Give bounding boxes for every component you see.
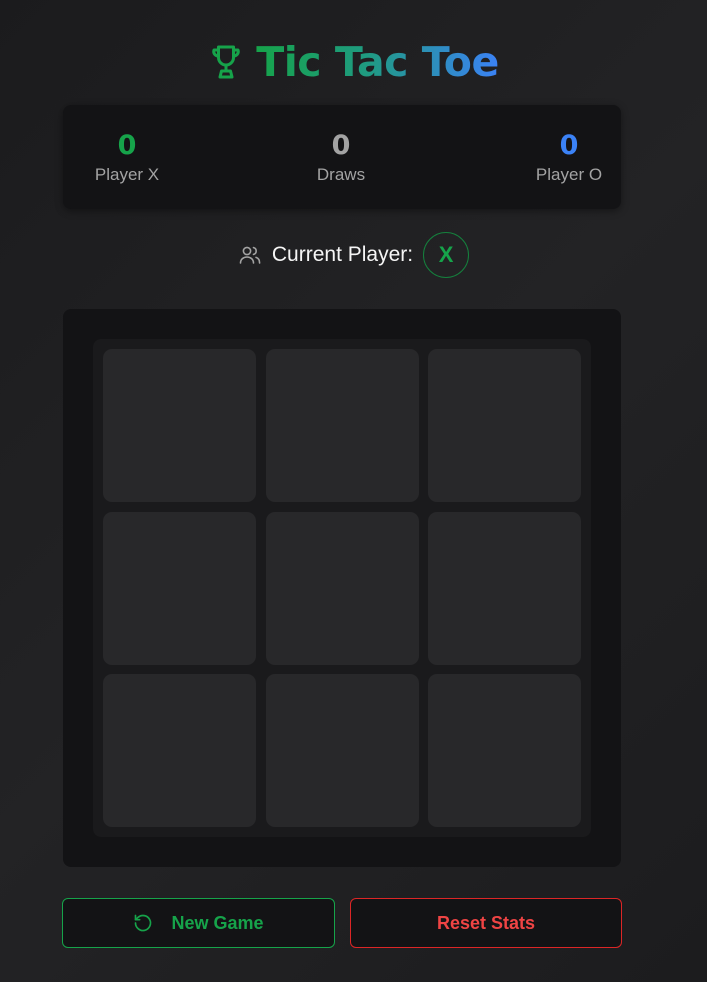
score-x-label: Player X: [94, 165, 160, 184]
board-cell-4[interactable]: [266, 512, 419, 665]
current-player-label: Current Player:: [271, 243, 414, 266]
score-player-x: 0 Player X: [77, 129, 177, 185]
scoreboard: 0 Player X 0 Draws 0 Player O: [63, 105, 621, 209]
score-x-value: 0: [117, 130, 137, 161]
new-game-label: New Game: [171, 912, 264, 933]
score-o-value: 0: [559, 130, 579, 161]
reset-stats-button[interactable]: Reset Stats: [350, 898, 622, 948]
score-player-o: 0 Player O: [519, 129, 619, 185]
score-draws-value: 0: [331, 130, 351, 161]
board-cell-6[interactable]: [103, 674, 256, 827]
score-o-label: Player O: [535, 165, 603, 184]
users-icon: [238, 243, 262, 267]
reset-stats-label: Reset Stats: [436, 912, 536, 933]
trophy-icon: [208, 42, 244, 82]
game-board: [93, 339, 591, 837]
board-cell-2[interactable]: [428, 349, 581, 502]
new-game-button[interactable]: New Game: [62, 898, 335, 948]
board-cell-0[interactable]: [103, 349, 256, 502]
board-cell-3[interactable]: [103, 512, 256, 665]
app-root: Tic Tac Toe 0 Player X 0 Draws 0 Player …: [0, 0, 707, 982]
board-cell-8[interactable]: [428, 674, 581, 827]
current-player-status: Current Player: X: [0, 230, 707, 280]
score-draws-label: Draws: [316, 165, 366, 184]
rotate-ccw-icon: [133, 913, 153, 933]
board-cell-7[interactable]: [266, 674, 419, 827]
game-board-container: [63, 309, 621, 867]
page-title: Tic Tac Toe: [256, 38, 499, 86]
board-cell-5[interactable]: [428, 512, 581, 665]
board-cell-1[interactable]: [266, 349, 419, 502]
score-draws: 0 Draws: [291, 129, 391, 185]
current-player-badge: X: [423, 232, 470, 278]
header: Tic Tac Toe: [0, 36, 707, 88]
